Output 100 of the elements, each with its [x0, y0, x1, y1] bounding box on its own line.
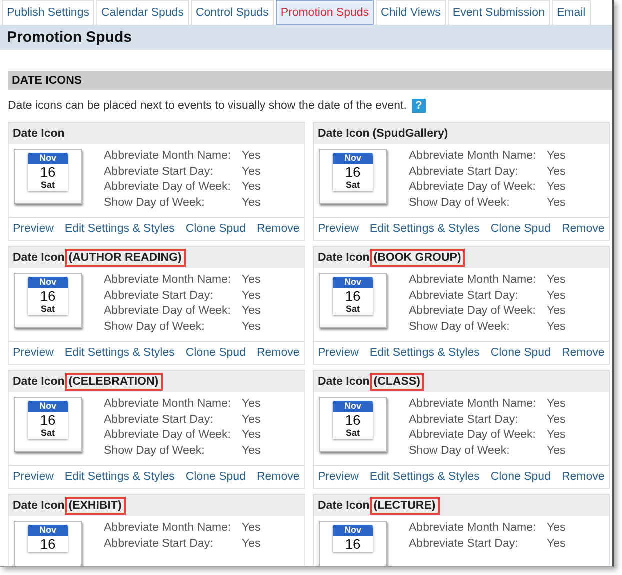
card-title: Date Icon [318, 128, 370, 140]
setting-label: Abbreviate Start Day: [104, 412, 214, 427]
card-tag: (SpudGallery) [372, 128, 448, 140]
setting-value: Yes [242, 412, 261, 427]
calendar-weekday: Sat [40, 304, 56, 315]
card-link[interactable]: Clone Spud [490, 471, 551, 483]
card-link[interactable]: Edit Settings & Styles [64, 223, 175, 235]
setting-value: Yes [242, 536, 261, 551]
calendar-weekday: Sat [344, 428, 361, 439]
setting-label: Abbreviate Month Name: [409, 397, 538, 412]
setting-value: Yes [547, 304, 566, 318]
section-description: Date icons can be placed next to events to visually show the date of the event. [8, 100, 407, 112]
calendar-day: 16 [28, 412, 68, 428]
card-title: Date Icon [13, 376, 65, 388]
card-link[interactable]: Remove [562, 347, 605, 359]
setting-value: Yes [547, 273, 566, 288]
card-tag: (EXHIBIT) [64, 496, 126, 514]
card-link[interactable]: Edit Settings & Styles [370, 223, 480, 235]
card-link[interactable]: Clone Spud [490, 223, 551, 235]
card-tag: (CLASS) [370, 372, 424, 390]
setting-value: Yes [242, 273, 261, 288]
calendar-month: Nov [333, 277, 373, 288]
calendar-month: Nov [28, 277, 68, 288]
setting-value: Yes [242, 320, 261, 334]
tab[interactable]: Email [552, 0, 591, 25]
setting-value: Yes [242, 196, 261, 210]
calendar-month: Nov [28, 153, 68, 164]
setting-label: Show Day of Week: [409, 320, 511, 334]
card-link[interactable]: Preview [318, 223, 359, 235]
calendar-month: Nov [28, 401, 68, 412]
card-title: Date Icon [13, 128, 65, 140]
setting-value: Yes [242, 444, 261, 458]
setting-value: Yes [547, 444, 566, 458]
card-tag: (AUTHOR READING) [64, 248, 186, 266]
card-link[interactable]: Preview [13, 223, 54, 235]
page-title: Promotion Spuds [7, 29, 132, 46]
card-link[interactable]: Edit Settings & Styles [64, 347, 175, 359]
setting-value: Yes [547, 164, 566, 179]
tab[interactable]: Calendar Spuds [96, 0, 189, 25]
calendar-weekday: Sat [40, 180, 56, 191]
card-link[interactable]: Edit Settings & Styles [370, 471, 480, 483]
card-link[interactable]: Preview [13, 347, 54, 359]
calendar-month: Nov [28, 525, 68, 536]
setting-value: Yes [242, 164, 261, 179]
setting-label: Abbreviate Month Name: [104, 273, 232, 288]
card-link[interactable]: Clone Spud [186, 471, 246, 483]
card-tag: (BOOK GROUP) [370, 248, 466, 266]
setting-label: Show Day of Week: [409, 196, 511, 210]
setting-label: Abbreviate Day of Week: [409, 180, 537, 194]
setting-value: Yes [547, 180, 566, 194]
setting-label: Abbreviate Day of Week: [409, 428, 537, 442]
card-link[interactable]: Preview [318, 347, 359, 359]
setting-label: Abbreviate Start Day: [409, 536, 520, 551]
tab[interactable]: Child Views [376, 0, 446, 25]
setting-label: Abbreviate Day of Week: [409, 304, 537, 318]
setting-label: Abbreviate Month Name: [409, 521, 538, 536]
setting-label: Show Day of Week: [104, 196, 206, 210]
tab[interactable]: Control Spuds [190, 0, 274, 25]
setting-label: Abbreviate Day of Week: [104, 304, 232, 318]
setting-value: Yes [547, 320, 566, 334]
tab[interactable]: Event Submission [448, 0, 550, 25]
setting-value: Yes [242, 428, 261, 442]
setting-label: Abbreviate Month Name: [104, 397, 232, 412]
calendar-weekday: Sat [40, 428, 56, 439]
tab[interactable]: Promotion Spuds [276, 0, 374, 25]
calendar-month: Nov [333, 525, 373, 536]
setting-value: Yes [547, 428, 566, 442]
card-tag: (LECTURE) [370, 496, 440, 514]
card-link[interactable]: Remove [256, 347, 300, 359]
calendar-weekday: Sat [344, 180, 361, 191]
setting-value: Yes [547, 536, 566, 551]
setting-value: Yes [242, 149, 261, 164]
card-link[interactable]: Clone Spud [490, 347, 551, 359]
setting-value: Yes [547, 521, 566, 536]
setting-label: Abbreviate Start Day: [104, 164, 214, 179]
card-title: Date Icon [318, 252, 370, 264]
setting-label: Abbreviate Start Day: [409, 288, 520, 303]
card-link[interactable]: Preview [318, 471, 359, 483]
setting-value: Yes [242, 521, 261, 536]
card-title: Date Icon [318, 500, 370, 512]
card-link[interactable]: Remove [256, 223, 300, 235]
card-link[interactable]: Remove [562, 471, 605, 483]
card-link[interactable]: Clone Spud [186, 223, 246, 235]
tab[interactable]: Publish Settings [2, 0, 94, 25]
card-link[interactable]: Edit Settings & Styles [370, 347, 480, 359]
setting-value: Yes [242, 397, 261, 412]
section-title: DATE ICONS [12, 74, 82, 86]
calendar-day: 16 [28, 164, 68, 180]
setting-value: Yes [547, 288, 566, 303]
card-link[interactable]: Remove [256, 471, 300, 483]
calendar-day: 16 [333, 412, 373, 428]
card-link[interactable]: Edit Settings & Styles [64, 471, 175, 483]
setting-label: Show Day of Week: [409, 444, 511, 458]
card-tag: (CELEBRATION) [64, 372, 163, 390]
card-link[interactable]: Preview [13, 471, 54, 483]
card-link[interactable]: Clone Spud [186, 347, 246, 359]
card-title: Date Icon [318, 376, 370, 388]
setting-label: Abbreviate Start Day: [409, 164, 520, 179]
card-link[interactable]: Remove [562, 223, 605, 235]
setting-label: Abbreviate Month Name: [104, 521, 232, 536]
